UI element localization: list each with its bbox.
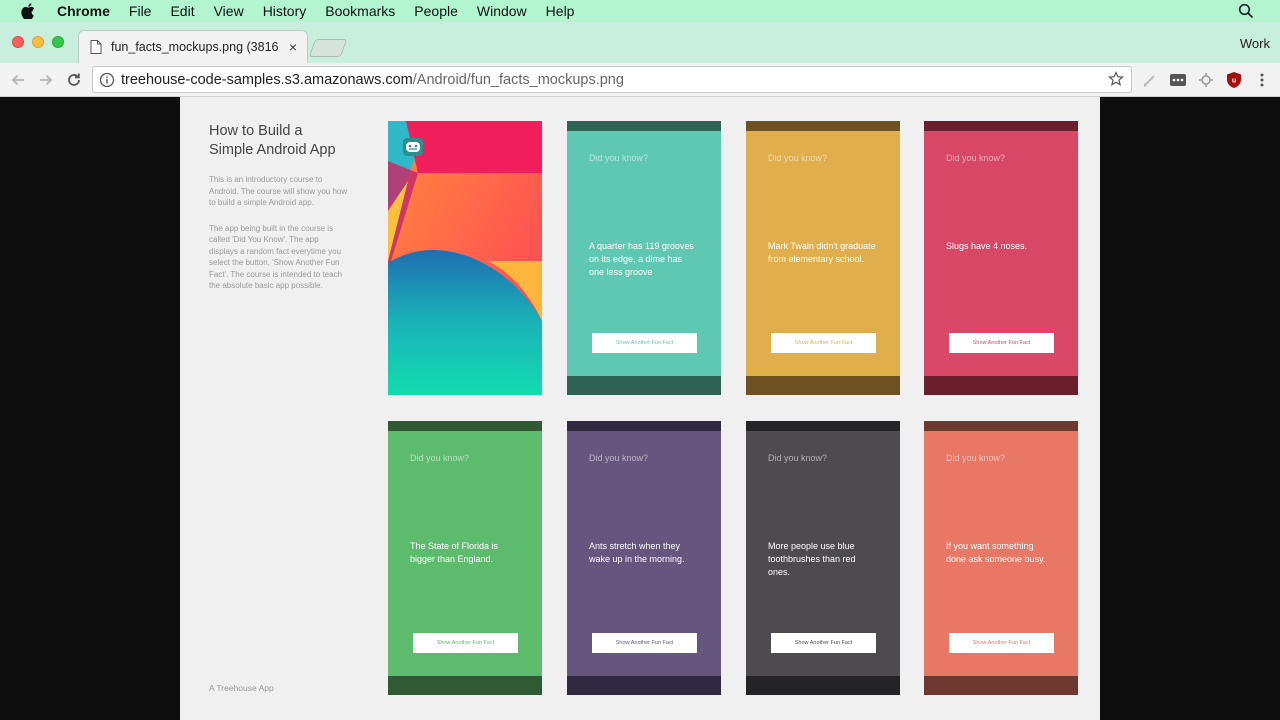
mockup-image: How to Build a Simple Android App This i…: [180, 97, 1100, 720]
svg-text:u: u: [1232, 78, 1236, 85]
menu-bookmarks[interactable]: Bookmarks: [325, 0, 395, 22]
mockup-detail-text: The app being built in the course is cal…: [209, 223, 343, 291]
fun-fact-phone: Did you know? A quarter has 119 grooves o…: [567, 121, 721, 395]
back-arrow-icon[interactable]: [9, 71, 27, 89]
fun-fact-text: Ants stretch when they wake up in the mo…: [589, 541, 685, 564]
show-another-fact-button: Show Another Fun Fact: [592, 633, 697, 653]
minimize-window-button[interactable]: [32, 36, 44, 48]
fun-fact-text: Slugs have 4 noses.: [946, 241, 1028, 251]
phone-status-bar: [746, 121, 900, 131]
fun-fact-text: If you want something done ask someone b…: [946, 541, 1046, 564]
address-bar[interactable]: treehouse-code-samples.s3.amazonaws.com/…: [92, 66, 1132, 93]
tab-strip: fun_facts_mockups.png (3816 × Work: [0, 22, 1280, 63]
forward-arrow-icon[interactable]: [37, 71, 55, 89]
document-icon: [90, 40, 102, 54]
fun-fact-phone: Did you know? More people use blue toothb…: [746, 421, 900, 695]
phone-status-bar: [924, 421, 1078, 431]
did-you-know-label: Did you know?: [589, 153, 649, 163]
fun-fact-phone: Did you know? Slugs have 4 noses. Show Ano…: [924, 121, 1078, 395]
browser-tab[interactable]: fun_facts_mockups.png (3816 ×: [78, 30, 308, 63]
phone-status-bar: [567, 421, 721, 431]
phone-nav-bar: [924, 376, 1078, 395]
show-another-fact-button: Show Another Fun Fact: [413, 633, 518, 653]
phone-status-bar: [567, 121, 721, 131]
phone-status-bar: [388, 421, 542, 431]
phone-nav-bar: [924, 676, 1078, 695]
phone-nav-bar: [567, 676, 721, 695]
phone-nav-bar: [567, 376, 721, 395]
show-another-fact-button: Show Another Fun Fact: [771, 333, 876, 353]
phone-status-bar: [924, 121, 1078, 131]
phone-nav-bar: [746, 376, 900, 395]
menu-history[interactable]: History: [263, 0, 307, 22]
info-icon[interactable]: [99, 72, 115, 88]
menu-chrome[interactable]: Chrome: [57, 0, 110, 22]
did-you-know-label: Did you know?: [946, 153, 1006, 163]
new-tab-button[interactable]: [308, 39, 348, 57]
wallpaper-art: [388, 121, 542, 395]
url-path: /Android/fun_facts_mockups.png: [412, 71, 624, 88]
menu-help[interactable]: Help: [546, 0, 575, 22]
extension-target-icon[interactable]: [1197, 71, 1215, 89]
android-wallpaper-phone: [388, 121, 542, 395]
mockup-footer: A Treehouse App: [209, 683, 274, 693]
tab-title: fun_facts_mockups.png (3816: [111, 40, 279, 54]
show-another-fact-button: Show Another Fun Fact: [949, 333, 1054, 353]
show-another-fact-button: Show Another Fun Fact: [771, 633, 876, 653]
fun-fact-text: More people use blue toothbrushes than r…: [768, 541, 856, 577]
apple-icon[interactable]: [17, 0, 39, 22]
menu-people[interactable]: People: [414, 0, 458, 22]
did-you-know-label: Did you know?: [768, 453, 828, 463]
tab-close-icon[interactable]: ×: [289, 39, 297, 55]
show-another-fact-button: Show Another Fun Fact: [592, 333, 697, 353]
did-you-know-label: Did you know?: [946, 453, 1006, 463]
menu-file[interactable]: File: [129, 0, 152, 22]
did-you-know-label: Did you know?: [410, 453, 470, 463]
zoom-window-button[interactable]: [52, 36, 64, 48]
chrome-menu-icon[interactable]: [1253, 71, 1271, 89]
ublock-shield-icon[interactable]: u: [1225, 71, 1243, 89]
fun-fact-phone: Did you know? Ants stretch when they wake…: [567, 421, 721, 695]
mockup-intro-text: This is an introductory course to Androi…: [209, 175, 348, 207]
fun-fact-text: Mark Twain didn't graduate from elementa…: [768, 241, 876, 264]
image-viewer: How to Build a Simple Android App This i…: [0, 97, 1280, 720]
fun-fact-text: The State of Florida is bigger than Engl…: [410, 541, 499, 564]
profile-name[interactable]: Work: [1240, 36, 1270, 51]
menu-edit[interactable]: Edit: [170, 0, 194, 22]
close-window-button[interactable]: [12, 36, 24, 48]
fun-fact-phone: Did you know? The State of Florida is big…: [388, 421, 542, 695]
mockup-heading: How to Build a Simple Android App: [209, 123, 336, 158]
did-you-know-label: Did you know?: [768, 153, 828, 163]
did-you-know-label: Did you know?: [589, 453, 649, 463]
reload-icon[interactable]: [65, 71, 83, 89]
url-text[interactable]: treehouse-code-samples.s3.amazonaws.com/…: [121, 72, 624, 88]
menu-bar: Chrome File Edit View History Bookmarks …: [0, 0, 1280, 22]
phone-nav-bar: [746, 676, 900, 695]
extension-dots-icon[interactable]: [1169, 71, 1187, 89]
phone-nav-bar: [388, 676, 542, 695]
fun-fact-text: A quarter has 119 grooves on its edge, a…: [589, 241, 694, 277]
extension-broom-icon[interactable]: [1141, 71, 1159, 89]
phone-status-bar: [746, 421, 900, 431]
fun-fact-phone: Did you know? Mark Twain didn't graduate …: [746, 121, 900, 395]
spotlight-search-icon[interactable]: [1238, 3, 1254, 19]
mockup-description: How to Build a Simple Android App This i…: [209, 122, 349, 292]
bookmark-star-icon[interactable]: [1108, 71, 1124, 87]
menu-view[interactable]: View: [214, 0, 244, 22]
browser-toolbar: treehouse-code-samples.s3.amazonaws.com/…: [0, 63, 1280, 97]
android-launcher-icon: [402, 136, 424, 158]
url-host: treehouse-code-samples.s3.amazonaws.com: [121, 71, 413, 88]
show-another-fact-button: Show Another Fun Fact: [949, 633, 1054, 653]
menu-window[interactable]: Window: [477, 0, 527, 22]
fun-fact-phone: Did you know? If you want something done …: [924, 421, 1078, 695]
